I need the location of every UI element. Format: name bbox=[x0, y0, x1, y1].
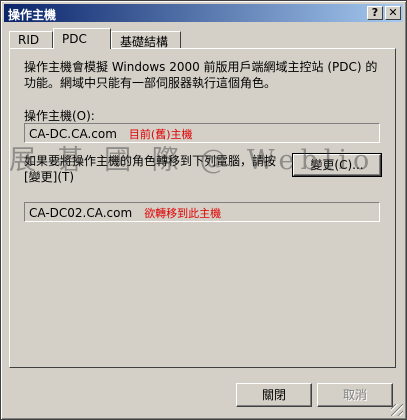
transfer-instructions: 如果要將操作主機的角色轉移到下列電腦，請按[變更](T) bbox=[24, 154, 277, 184]
tab-pdc[interactable]: PDC bbox=[53, 28, 111, 49]
close-icon: ✕ bbox=[388, 6, 398, 19]
window-title: 操作主機 bbox=[8, 8, 57, 22]
target-computer-value: CA-DC02.CA.com bbox=[29, 206, 133, 220]
cancel-button: 取消 bbox=[317, 383, 393, 407]
target-computer-field[interactable]: CA-DC02.CA.com 欲轉移到此主機 bbox=[24, 202, 380, 222]
current-master-value: CA-DC.CA.com bbox=[29, 127, 117, 141]
target-computer-annotation: 欲轉移到此主機 bbox=[144, 207, 222, 220]
help-icon: ? bbox=[371, 6, 379, 19]
current-master-label: 操作主機(O): bbox=[24, 109, 95, 123]
title-bar[interactable]: 操作主機 ? ✕ bbox=[4, 4, 403, 22]
resize-grip-icon[interactable] bbox=[391, 404, 403, 416]
operations-master-dialog: 操作主機 ? ✕ RID PDC 基礎結構 操作主機會模擬 Windows 20… bbox=[0, 0, 407, 420]
change-button[interactable]: 變更(C)... bbox=[292, 153, 382, 177]
current-master-field[interactable]: CA-DC.CA.com 目前(舊)主機 bbox=[24, 123, 380, 143]
help-button[interactable]: ? bbox=[367, 6, 383, 20]
close-window-button[interactable]: ✕ bbox=[385, 6, 401, 20]
tab-infrastructure[interactable]: 基礎結構 bbox=[111, 31, 181, 49]
tab-rid[interactable]: RID bbox=[9, 31, 53, 48]
pdc-description: 操作主機會模擬 Windows 2000 前版用戶端網域主控站 (PDC) 的功… bbox=[24, 60, 378, 90]
current-master-annotation: 目前(舊)主機 bbox=[128, 128, 193, 141]
close-button[interactable]: 關閉 bbox=[236, 383, 312, 407]
pdc-tab-panel: 操作主機會模擬 Windows 2000 前版用戶端網域主控站 (PDC) 的功… bbox=[9, 48, 396, 368]
